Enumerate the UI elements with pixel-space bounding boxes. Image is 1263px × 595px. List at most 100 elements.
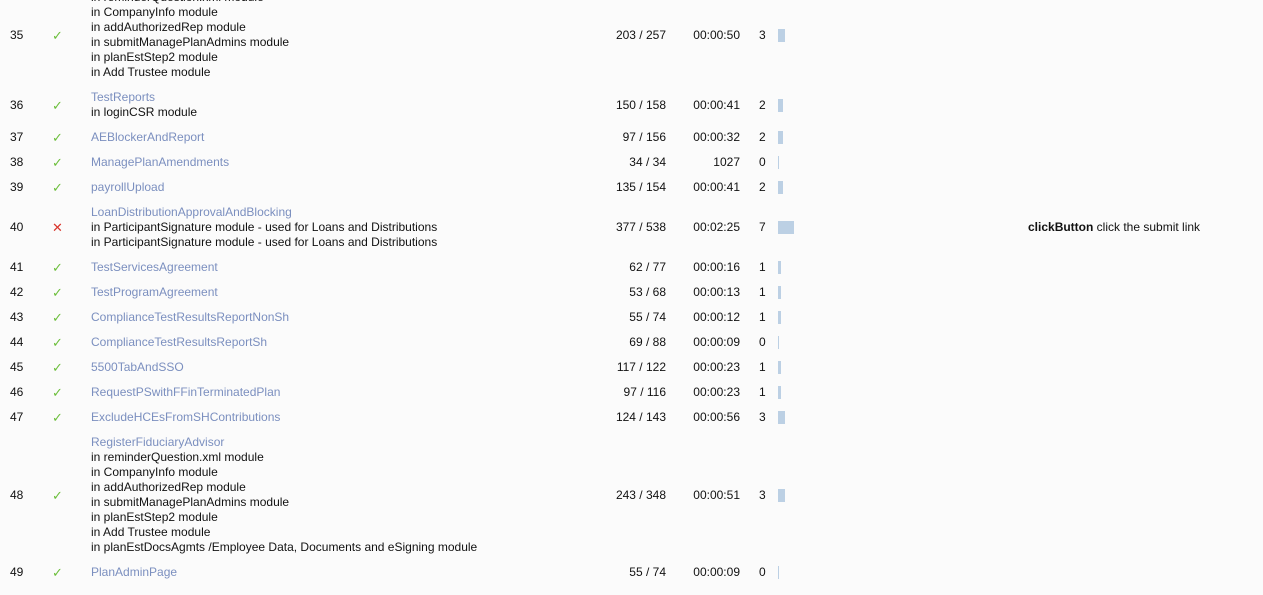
test-name-link[interactable]: RequestPSwithFFinTerminatedPlan [91, 385, 591, 400]
module-line: in Add Trustee module [91, 525, 211, 539]
check-icon: ✓ [52, 155, 63, 170]
module-line: in ParticipantSignature module - used fo… [91, 235, 438, 249]
test-name-link[interactable]: ExcludeHCEsFromSHContributions [91, 410, 591, 425]
test-name-link[interactable]: TestReports [91, 90, 591, 105]
check-icon: ✓ [52, 385, 63, 400]
steps-count: 203 / 257 [615, 27, 666, 42]
test-name-link[interactable]: RegisterFiduciaryAdvisor [91, 435, 591, 450]
table-row: 39 ✓ payrollUpload 135 / 154 00:00:41 2 [0, 180, 1263, 195]
duration: 00:00:23 [693, 360, 740, 374]
test-description: in reminderQuestion.xml modulein Company… [91, 0, 591, 80]
check-icon: ✓ [52, 310, 63, 325]
steps-count: 135 / 154 [615, 180, 666, 194]
check-icon: ✓ [52, 97, 63, 113]
duration: 00:00:51 [693, 487, 740, 502]
module-line: in planEstStep2 module [91, 50, 218, 64]
test-name-link[interactable]: ComplianceTestResultsReportNonSh [91, 310, 591, 325]
module-line: in submitManagePlanAdmins module [91, 495, 290, 509]
test-name-link[interactable]: ComplianceTestResultsReportSh [91, 335, 591, 350]
failure-count: 2 [759, 97, 766, 112]
duration: 1027 [713, 155, 740, 169]
count-bar [778, 131, 783, 144]
count-bar [778, 156, 779, 169]
steps-count: 243 / 348 [615, 487, 666, 502]
steps-count: 377 / 538 [615, 220, 666, 234]
test-name-link[interactable]: AEBlockerAndReport [91, 130, 591, 145]
duration: 00:00:32 [693, 130, 740, 144]
table-row: 35 ✓ in reminderQuestion.xml modulein Comp… [0, 0, 1263, 80]
test-description: RequestPSwithFFinTerminatedPlan [91, 385, 591, 400]
check-icon: ✓ [52, 130, 63, 145]
row-number: 45 [10, 360, 24, 374]
test-description: TestProgramAgreement [91, 285, 591, 300]
test-description: ManagePlanAmendments [91, 155, 591, 170]
test-description: payrollUpload [91, 180, 591, 195]
test-description: ComplianceTestResultsReportSh [91, 335, 591, 350]
check-icon: ✓ [52, 565, 63, 580]
row-number: 49 [10, 565, 24, 579]
test-name-link[interactable]: ManagePlanAmendments [91, 155, 591, 170]
duration: 00:00:41 [693, 180, 740, 194]
row-number: 48 [10, 487, 24, 502]
test-name-link[interactable]: 5500TabAndSSO [91, 360, 591, 375]
duration: 00:00:56 [693, 410, 740, 424]
count-bar [778, 221, 794, 234]
table-row: 47 ✓ ExcludeHCEsFromSHContributions 124 / 1… [0, 410, 1263, 425]
failure-count: 1 [759, 385, 766, 399]
check-icon: ✓ [52, 335, 63, 350]
module-line: in planEstStep2 module [91, 510, 218, 524]
failure-count: 3 [759, 487, 766, 502]
failure-count: 0 [759, 565, 766, 579]
table-row: 45 ✓ 5500TabAndSSO 117 / 122 00:00:23 1 [0, 360, 1263, 375]
test-name-link[interactable]: TestServicesAgreement [91, 260, 591, 275]
duration: 00:00:41 [693, 97, 740, 112]
row-number: 43 [10, 310, 24, 324]
steps-count: 117 / 122 [616, 360, 666, 374]
test-description: ExcludeHCEsFromSHContributions [91, 410, 591, 425]
table-row: 40 ✕ LoanDistributionApprovalAndBlocking in… [0, 205, 1263, 250]
steps-count: 62 / 77 [629, 260, 666, 274]
module-line: in reminderQuestion.xml module [91, 450, 264, 464]
test-name-link[interactable]: TestProgramAgreement [91, 285, 591, 300]
table-row: 46 ✓ RequestPSwithFFinTerminatedPlan 97 / 1… [0, 385, 1263, 400]
row-number: 39 [10, 180, 24, 194]
cross-icon: ✕ [52, 220, 63, 235]
test-description: 5500TabAndSSO [91, 360, 591, 375]
row-number: 38 [10, 155, 24, 169]
check-icon: ✓ [52, 180, 63, 195]
module-line: in CompanyInfo module [91, 465, 218, 479]
row-number: 37 [10, 130, 24, 144]
count-bar [778, 566, 779, 579]
test-name-link[interactable]: payrollUpload [91, 180, 591, 195]
duration: 00:00:23 [693, 385, 740, 399]
error-action: clickButton [1028, 220, 1094, 234]
table-row: 38 ✓ ManagePlanAmendments 34 / 34 1027 0 [0, 155, 1263, 170]
duration: 00:00:09 [693, 335, 740, 349]
module-line: in Add Trustee module [91, 65, 211, 79]
row-number: 42 [10, 285, 24, 299]
table-row: 41 ✓ TestServicesAgreement 62 / 77 00:00:16 1 [0, 260, 1263, 275]
count-bar [778, 181, 783, 194]
steps-count: 97 / 156 [622, 130, 666, 144]
failure-count: 0 [759, 155, 766, 169]
check-icon: ✓ [52, 260, 63, 275]
steps-count: 53 / 68 [629, 285, 666, 299]
table-row: 43 ✓ ComplianceTestResultsReportNonSh 55 / … [0, 310, 1263, 325]
failure-count: 2 [759, 180, 766, 194]
failure-count: 3 [759, 27, 766, 42]
count-bar [778, 386, 781, 399]
module-line: in planEstDocsAgmts /Employee Data, Docu… [91, 540, 478, 554]
check-icon: ✓ [52, 487, 63, 503]
table-row: 49 ✓ PlanAdminPage 55 / 74 00:00:09 0 [0, 565, 1263, 580]
failure-count: 0 [759, 335, 766, 349]
steps-count: 150 / 158 [615, 97, 666, 112]
table-row: 37 ✓ AEBlockerAndReport 97 / 156 00:00:32 2 [0, 130, 1263, 145]
duration: 00:00:50 [693, 27, 740, 42]
steps-count: 55 / 74 [629, 565, 666, 579]
test-name-link[interactable]: LoanDistributionApprovalAndBlocking [91, 205, 591, 220]
steps-count: 55 / 74 [629, 310, 666, 324]
count-bar [778, 336, 779, 349]
test-name-link[interactable]: PlanAdminPage [91, 565, 591, 580]
count-bar [778, 488, 785, 502]
steps-count: 34 / 34 [629, 155, 666, 169]
